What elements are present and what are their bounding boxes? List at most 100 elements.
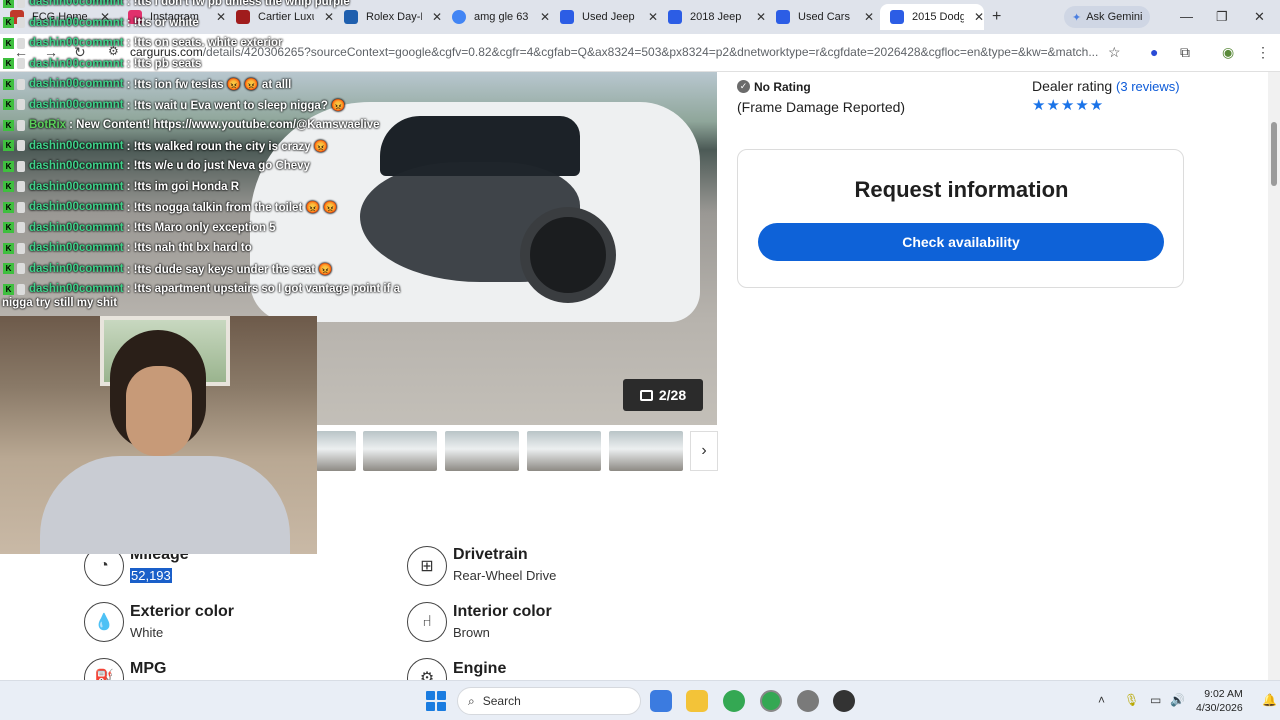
tab-favicon-icon: [452, 10, 466, 24]
tab-cartier[interactable]: Cartier Luxury ✕: [226, 4, 334, 30]
close-tab-icon[interactable]: ✕: [432, 10, 442, 24]
tray-network-icon[interactable]: ▭: [1150, 693, 1161, 707]
paint-drop-icon: 💧: [84, 602, 124, 642]
taskbar-clock[interactable]: 9:02 AM 4/30/2026: [1196, 687, 1243, 715]
tab-used-jeep[interactable]: Used Jeep ✕: [550, 4, 658, 30]
exterior-color-title: Exterior color: [130, 603, 235, 620]
thumbnail[interactable]: [445, 431, 519, 471]
forward-icon[interactable]: →: [44, 44, 58, 60]
tab-title: 2018 Jeep: [690, 11, 742, 23]
file-explorer-icon[interactable]: [686, 690, 708, 712]
mileage-value-text: 52,193: [130, 568, 172, 583]
media-player-icon[interactable]: [833, 690, 855, 712]
site-info-icon[interactable]: ⚙: [108, 44, 119, 58]
tab-favicon-icon: [668, 10, 682, 24]
page-scrollbar[interactable]: [1268, 72, 1280, 680]
close-tab-icon[interactable]: ✕: [756, 10, 766, 24]
engine-title: Engine: [453, 660, 507, 677]
obs-icon[interactable]: [797, 690, 819, 712]
extensions-puzzle-icon[interactable]: ⧉: [1180, 44, 1190, 61]
tab-title: Used Cars: [798, 11, 850, 23]
notification-bell-icon[interactable]: 🔔: [1262, 693, 1277, 707]
ask-gemini-button[interactable]: ✦ Ask Gemini: [1064, 6, 1151, 28]
webcam-face-shape: [126, 366, 192, 456]
close-tab-icon[interactable]: ✕: [648, 10, 658, 24]
tab-favicon-icon: [10, 10, 24, 24]
tab-title: FCG Home: [32, 11, 88, 23]
photo-counter-button[interactable]: 2/28: [623, 379, 703, 411]
bookmark-star-icon[interactable]: ☆: [1108, 44, 1121, 61]
profile-avatar-icon[interactable]: ◉: [1222, 44, 1234, 61]
close-tab-icon[interactable]: ✕: [540, 10, 550, 24]
search-icon: ⌕: [468, 693, 475, 708]
frame-damage-note: (Frame Damage Reported): [737, 99, 906, 115]
new-tab-button[interactable]: +: [992, 8, 1001, 26]
tab-2015-dodge[interactable]: 2015 Dodge ✕: [880, 4, 984, 30]
clock-time: 9:02 AM: [1204, 688, 1243, 700]
minimize-icon[interactable]: —: [1180, 9, 1193, 24]
close-tab-icon[interactable]: ✕: [216, 10, 226, 24]
tray-chevron-up-icon[interactable]: ˄: [1098, 693, 1105, 707]
tab-title: amg gle 63: [474, 11, 529, 23]
menu-kebab-icon[interactable]: ⋮: [1256, 44, 1270, 61]
clock-date: 4/30/2026: [1196, 702, 1243, 714]
close-tab-icon[interactable]: ✕: [974, 10, 984, 24]
extension-icon[interactable]: ●: [1150, 44, 1158, 60]
dealer-stars: ★★★★★: [1032, 97, 1105, 114]
tray-volume-icon[interactable]: 🔊: [1170, 693, 1185, 707]
tab-title: Rolex Day-Date: [366, 11, 422, 23]
chrome-profile-icon[interactable]: [760, 690, 782, 712]
tab-rolex[interactable]: Rolex Day-Date ✕: [334, 4, 442, 30]
url-field[interactable]: cargurus.com/details/420306265?sourceCon…: [130, 45, 1100, 59]
restore-icon[interactable]: ❐: [1216, 9, 1228, 25]
webcam-shirt-shape: [40, 456, 290, 554]
browser-tab-bar: FCG Home ✕ Instagram ✕ Cartier Luxury ✕ …: [0, 0, 1280, 34]
car-wheel-shape: [520, 207, 616, 303]
windows-start-icon[interactable]: [426, 691, 446, 711]
thumbnail[interactable]: [527, 431, 601, 471]
webcam-overlay: [0, 316, 317, 554]
tab-fcg-home[interactable]: FCG Home ✕: [0, 4, 118, 30]
close-tab-icon[interactable]: ✕: [324, 10, 334, 24]
close-tab-icon[interactable]: ✕: [100, 10, 110, 24]
dealer-rating: Dealer rating (3 reviews): [1032, 78, 1180, 94]
tab-favicon-icon: [344, 10, 358, 24]
tray-mic-icon[interactable]: 🎙: [1124, 693, 1139, 707]
taskbar-search-label: Search: [482, 694, 521, 708]
thumbnail[interactable]: [363, 431, 437, 471]
tab-favicon-icon: [560, 10, 574, 24]
tab-title: Cartier Luxury: [258, 11, 314, 23]
engine-icon: ⚙: [407, 658, 447, 680]
tab-2018-jeep[interactable]: 2018 Jeep ✕: [658, 4, 766, 30]
request-info-title: Request information: [854, 177, 1069, 202]
drivetrain-value: Rear-Wheel Drive: [453, 568, 557, 583]
chrome-icon[interactable]: [723, 690, 745, 712]
dealer-reviews-link[interactable]: (3 reviews): [1116, 79, 1180, 94]
tab-instagram[interactable]: Instagram ✕: [118, 4, 226, 30]
request-info-card: Request information Check availability: [737, 149, 1184, 288]
reload-icon[interactable]: ↻: [74, 44, 86, 61]
taskbar-search[interactable]: ⌕ Search: [457, 687, 641, 715]
url-path: /details/420306265?sourceContext=google&…: [202, 45, 1099, 59]
tab-favicon-icon: [236, 10, 250, 24]
dealer-rating-label: Dealer rating: [1032, 78, 1113, 94]
next-thumbnail-chevron-icon[interactable]: ›: [690, 431, 718, 471]
tab-used-cars[interactable]: Used Cars ✕: [766, 4, 874, 30]
tab-title: Instagram: [150, 11, 199, 23]
store-app-icon[interactable]: [650, 690, 672, 712]
close-tab-icon[interactable]: ✕: [864, 10, 874, 24]
drivetrain-title: Drivetrain: [453, 546, 528, 563]
close-window-icon[interactable]: ✕: [1254, 9, 1265, 25]
check-availability-button[interactable]: Check availability: [758, 223, 1164, 261]
tab-google-amg[interactable]: amg gle 63 ✕: [442, 4, 550, 30]
thumbnail[interactable]: [609, 431, 683, 471]
no-rating-label: No Rating: [754, 80, 811, 94]
thumbnail[interactable]: [316, 431, 356, 471]
tab-title: 2015 Dodge: [912, 11, 964, 23]
url-host: cargurus.com: [130, 45, 203, 59]
back-icon[interactable]: ←: [14, 44, 28, 60]
scrollbar-thumb[interactable]: [1271, 122, 1277, 186]
chat-wrapped-line: nigga try still my shit: [2, 297, 118, 309]
seat-icon: ⑁: [407, 602, 447, 642]
image-icon: [639, 389, 653, 401]
